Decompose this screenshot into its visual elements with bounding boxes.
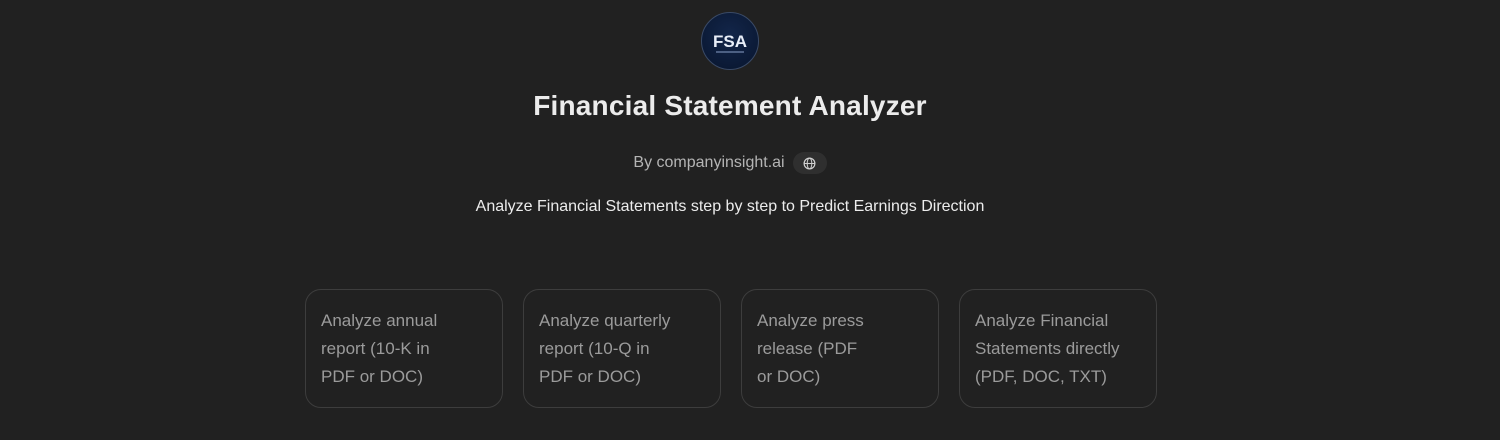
starter-card-line: Analyze press: [757, 311, 864, 330]
gpt-landing-page: FSA Financial Statement Analyzer By comp…: [0, 0, 1500, 440]
starter-card-line: or DOC): [757, 367, 821, 386]
starter-card-line: report (10-Q in: [539, 339, 650, 358]
starter-card[interactable]: Analyze Financial Statements directly (PDF…: [959, 289, 1157, 408]
website-link-button[interactable]: [792, 152, 827, 174]
conversation-starters: Analyze annual report (10-K in PDF or DOC)…: [305, 289, 1157, 408]
starter-card-line: PDF or DOC): [321, 367, 423, 386]
logo-text: FSA: [713, 32, 747, 51]
starter-card-line: Analyze Financial: [975, 311, 1109, 330]
starter-card-line: PDF or DOC): [539, 367, 641, 386]
starter-card[interactable]: Analyze annual report (10-K in PDF or DOC): [305, 289, 503, 408]
starter-card[interactable]: Analyze press release (PDF or DOC): [741, 289, 939, 408]
gpt-description: Analyze Financial Statements step by ste…: [475, 198, 985, 215]
byline: By companyinsight.ai: [0, 152, 1460, 174]
author-name: By companyinsight.ai: [633, 154, 785, 171]
starter-card-line: Analyze annual: [321, 311, 438, 330]
gpt-title: Financial Statement Analyzer: [533, 90, 927, 121]
gpt-logo: FSA: [701, 12, 759, 70]
starter-card-line: Statements directly: [975, 339, 1120, 358]
starter-card-line: Analyze quarterly: [539, 311, 671, 330]
starter-card-line: release (PDF: [757, 339, 858, 358]
starter-card[interactable]: Analyze quarterly report (10-Q in PDF or D…: [523, 289, 721, 408]
globe-icon: [803, 157, 816, 169]
starter-card-line: report (10-K in: [321, 339, 430, 358]
starter-card-line: (PDF, DOC, TXT): [975, 367, 1107, 386]
